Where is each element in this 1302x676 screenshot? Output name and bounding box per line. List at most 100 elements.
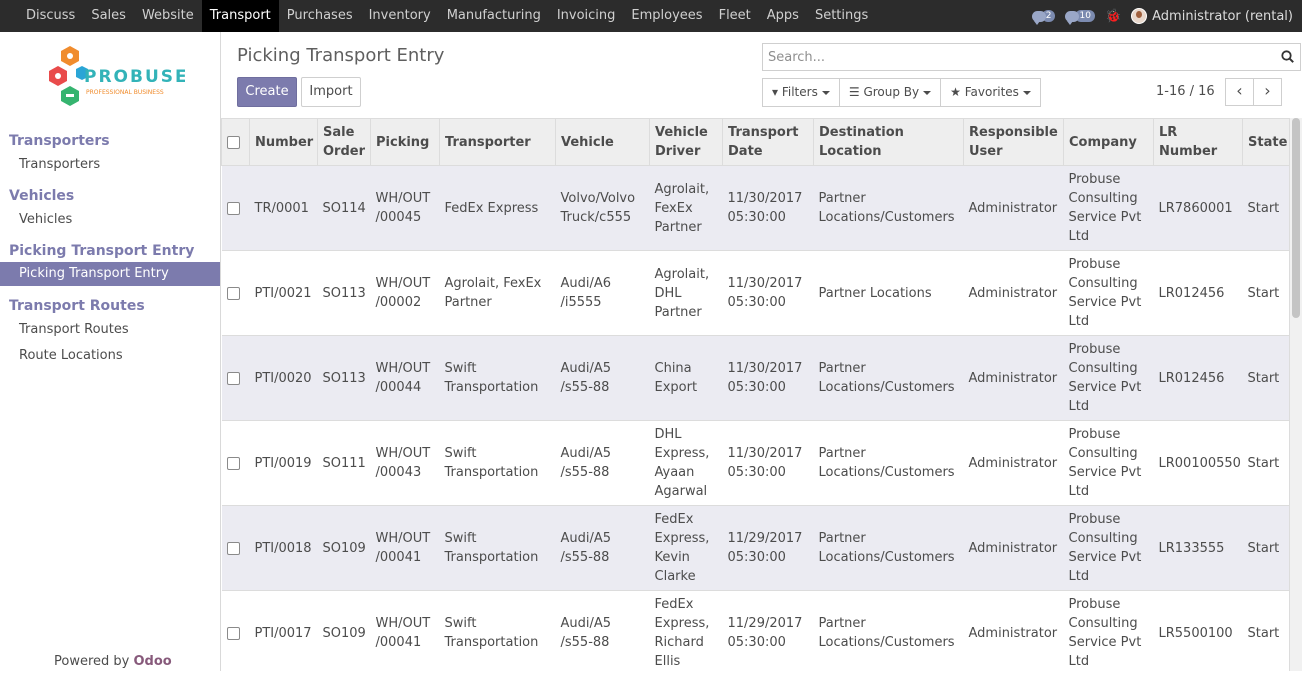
pager-previous-button[interactable]: ‹ — [1225, 78, 1254, 106]
cell-line: Express, — [654, 531, 710, 546]
pager-next-button[interactable]: › — [1253, 78, 1282, 106]
sidebar-item-vehicles[interactable]: Vehicles — [0, 207, 220, 233]
menu-item-apps[interactable]: Apps — [759, 0, 807, 32]
cell-dest: Partner Locations/Customers — [813, 590, 964, 676]
cell-vehicle: Audi/A5/s55-88 — [555, 335, 650, 421]
menu-item-sales[interactable]: Sales — [83, 0, 134, 32]
search-icon[interactable] — [1281, 50, 1294, 63]
menu-item-fleet[interactable]: Fleet — [711, 0, 759, 32]
main-content: Picking Transport Entry Create Import ▾ … — [221, 32, 1302, 676]
cell-line: Probuse — [1068, 427, 1121, 442]
logo-subtext: PROFESSIONAL BUSINESS — [86, 89, 164, 96]
column-header-text: Sale — [323, 125, 355, 140]
cell-line: Partner — [654, 219, 702, 235]
cell-picking: WH/OUT/00043 — [370, 420, 440, 506]
logo-text: PROBUSE — [84, 67, 185, 87]
search-input[interactable] — [763, 44, 1263, 70]
cell-line: 11/30/2017 — [727, 446, 803, 461]
column-header[interactable]: Transport Date — [722, 118, 814, 166]
table-row[interactable]: PTI/0020 SO113 WH/OUT/00044 Swift Transporta… — [221, 335, 1290, 421]
cell-line: WH/OUT — [375, 616, 431, 632]
scrollbar-thumb[interactable] — [1292, 118, 1300, 318]
column-header[interactable]: Picking — [370, 118, 440, 166]
cell-line: 11/29/2017 — [727, 531, 803, 546]
menu-item-website[interactable]: Website — [134, 0, 202, 32]
cell-line: Ltd — [1068, 229, 1090, 244]
column-header[interactable]: Transporter — [439, 118, 556, 166]
cell-line: /00002 — [375, 295, 422, 310]
menu-item-employees[interactable]: Employees — [623, 0, 710, 32]
filters-button[interactable]: ▾ Filters — [762, 78, 840, 107]
cell-date: 11/30/2017 05:30:00 — [722, 165, 814, 251]
row-checkbox[interactable] — [226, 541, 240, 555]
menu-item-transport[interactable]: Transport — [201, 0, 279, 32]
table-row[interactable]: PTI/0017 SO109 WH/OUT/00041 Swift Transporta… — [221, 590, 1290, 676]
table-row[interactable]: TR/0001 SO114 WH/OUT/00045 FedEx Express Vol… — [221, 165, 1290, 251]
cell-line: Locations/Customers — [818, 465, 955, 480]
cell-company: Probuse Consulting Service Pvt Ltd — [1063, 590, 1154, 676]
menu-item-invoicing[interactable]: Invoicing — [549, 0, 624, 32]
cell-line: Partner — [654, 304, 702, 320]
menu-item-purchases[interactable]: Purchases — [279, 0, 361, 32]
column-header[interactable]: State — [1242, 118, 1290, 166]
menu-item-manufacturing[interactable]: Manufacturing — [439, 0, 549, 32]
cell-line: Volvo/Volvo — [560, 191, 636, 206]
column-header[interactable]: Vehicle — [555, 118, 650, 166]
sidebar-heading: Picking Transport Entry — [9, 243, 195, 259]
sidebar-item-route-locations[interactable]: Route Locations — [0, 343, 220, 369]
table-header-row: Number Sale Order Picking Transporter Vehicle… — [221, 118, 1290, 166]
cell-transporter: Swift Transportation — [439, 505, 556, 591]
row-checkbox[interactable] — [226, 626, 240, 640]
column-header[interactable]: Company — [1063, 118, 1154, 166]
debug-icon[interactable]: 🐞 — [1105, 9, 1121, 24]
cell-vehicle: Audi/A5/s55-88 — [555, 590, 650, 676]
vertical-scrollbar[interactable] — [1289, 118, 1302, 671]
menu-item-settings[interactable]: Settings — [807, 0, 876, 32]
pager-value[interactable]: 1-16 / 16 — [1156, 84, 1215, 99]
star-icon: ★ — [950, 85, 961, 99]
cell-line: Swift — [444, 361, 477, 376]
logo-hexagons — [49, 46, 88, 106]
cell-line: 11/30/2017 — [727, 276, 803, 291]
list-icon: ☰ — [848, 85, 860, 99]
column-header[interactable]: Destination Location — [813, 118, 964, 166]
create-button[interactable]: Create — [237, 77, 297, 107]
table-row[interactable]: PTI/0021 SO113 WH/OUT/00002 Agrolait, FexEx… — [221, 250, 1290, 336]
menu-item-discuss[interactable]: Discuss — [18, 0, 83, 32]
row-checkbox[interactable] — [226, 201, 240, 215]
caret-down-icon — [923, 90, 932, 95]
discuss-systray[interactable]: 2 — [1031, 10, 1056, 25]
cell-transporter: Swift Transportation — [439, 335, 556, 421]
column-header[interactable]: LR Number — [1153, 118, 1243, 166]
column-header[interactable]: Sale Order — [317, 118, 371, 166]
row-checkbox[interactable] — [226, 286, 240, 300]
menu-item-inventory[interactable]: Inventory — [361, 0, 439, 32]
transport-entry-table: Number Sale Order Picking Transporter Vehicle… — [221, 118, 1290, 676]
cell-line: China — [654, 361, 692, 376]
cell-picking: WH/OUT/00044 — [370, 335, 440, 421]
sidebar-heading: Transport Routes — [9, 298, 145, 314]
favorites-button[interactable]: ★ Favorites — [940, 78, 1041, 107]
row-checkbox[interactable] — [226, 456, 240, 470]
cell-line: Transportation — [444, 635, 539, 651]
column-header[interactable]: Number — [249, 118, 318, 166]
sidebar-item-picking-transport-entry[interactable]: Picking Transport Entry — [0, 262, 220, 286]
column-header[interactable]: Responsible User — [963, 118, 1064, 166]
sidebar: PROBUSE PROFESSIONAL BUSINESS Transporte… — [0, 32, 221, 671]
cell-order: SO109 — [317, 505, 371, 591]
activity-systray[interactable]: 10 — [1065, 10, 1095, 25]
table-row[interactable]: PTI/0019 SO111 WH/OUT/00043 Swift Transporta… — [221, 420, 1290, 506]
sidebar-item-transport-routes[interactable]: Transport Routes — [0, 317, 220, 343]
sidebar-item-transporters[interactable]: Transporters — [0, 152, 220, 178]
column-header-text: Date — [728, 144, 763, 159]
user-menu[interactable]: Administrator (rental) — [1131, 8, 1293, 24]
import-button[interactable]: Import — [301, 77, 361, 107]
row-checkbox[interactable] — [226, 371, 240, 385]
row-select-cell — [221, 165, 250, 251]
table-row[interactable]: PTI/0018 SO109 WH/OUT/00041 Swift Transporta… — [221, 505, 1290, 591]
odoo-link[interactable]: Odoo — [134, 654, 172, 669]
select-all-checkbox[interactable] — [227, 135, 240, 149]
column-header[interactable]: Vehicle Driver — [649, 118, 723, 166]
groupby-button[interactable]: ☰ Group By — [838, 78, 942, 107]
cell-state: Start — [1242, 165, 1290, 251]
